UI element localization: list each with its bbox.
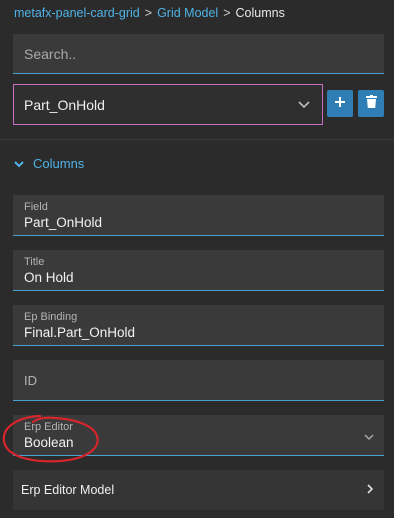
breadcrumb-current: Columns — [235, 6, 285, 20]
breadcrumb-separator: > — [144, 6, 153, 20]
erp-editor-select[interactable]: Erp Editor Boolean — [13, 415, 384, 456]
chevron-down-icon — [364, 428, 374, 446]
chevron-down-icon — [296, 97, 312, 113]
title-value: On Hold — [24, 270, 74, 285]
section-title: Columns — [33, 156, 85, 171]
erp-editor-model-row[interactable]: Erp Editor Model — [13, 470, 384, 510]
breadcrumb-separator: > — [223, 6, 231, 20]
divider — [0, 139, 394, 140]
trash-icon — [365, 94, 377, 113]
ep-binding-value: Final.Part_OnHold — [24, 325, 136, 340]
field-field[interactable]: Field Part_OnHold — [13, 195, 384, 236]
column-select[interactable]: Part_OnHold — [13, 84, 323, 125]
delete-column-button[interactable] — [358, 90, 384, 117]
title-field[interactable]: Title On Hold — [13, 250, 384, 291]
ep-binding-field[interactable]: Ep Binding Final.Part_OnHold — [13, 305, 384, 346]
search-box — [13, 34, 384, 74]
ep-binding-label: Ep Binding — [24, 311, 78, 323]
breadcrumb-link-panel-card-grid[interactable]: metafx-panel-card-grid — [14, 6, 140, 20]
breadcrumb: metafx-panel-card-grid > Grid Model > Column… — [14, 6, 285, 20]
chevron-down-icon — [14, 156, 24, 171]
chevron-right-icon — [367, 481, 374, 499]
breadcrumb-link-grid-model[interactable]: Grid Model — [157, 6, 218, 20]
field-value: Part_OnHold — [24, 215, 103, 230]
column-select-value: Part_OnHold — [24, 96, 105, 113]
search-input[interactable] — [24, 45, 384, 62]
add-column-button[interactable] — [327, 90, 353, 117]
id-field[interactable]: ID — [13, 360, 384, 401]
panel-root: metafx-panel-card-grid > Grid Model > Column… — [0, 0, 394, 518]
erp-editor-value: Boolean — [24, 435, 74, 450]
erp-editor-model-label: Erp Editor Model — [21, 483, 115, 497]
field-label: Field — [24, 201, 48, 213]
title-label: Title — [24, 256, 45, 268]
erp-editor-label: Erp Editor — [24, 421, 73, 433]
plus-icon — [334, 95, 346, 113]
id-label: ID — [24, 372, 37, 388]
columns-section-toggle[interactable]: Columns — [14, 156, 84, 171]
